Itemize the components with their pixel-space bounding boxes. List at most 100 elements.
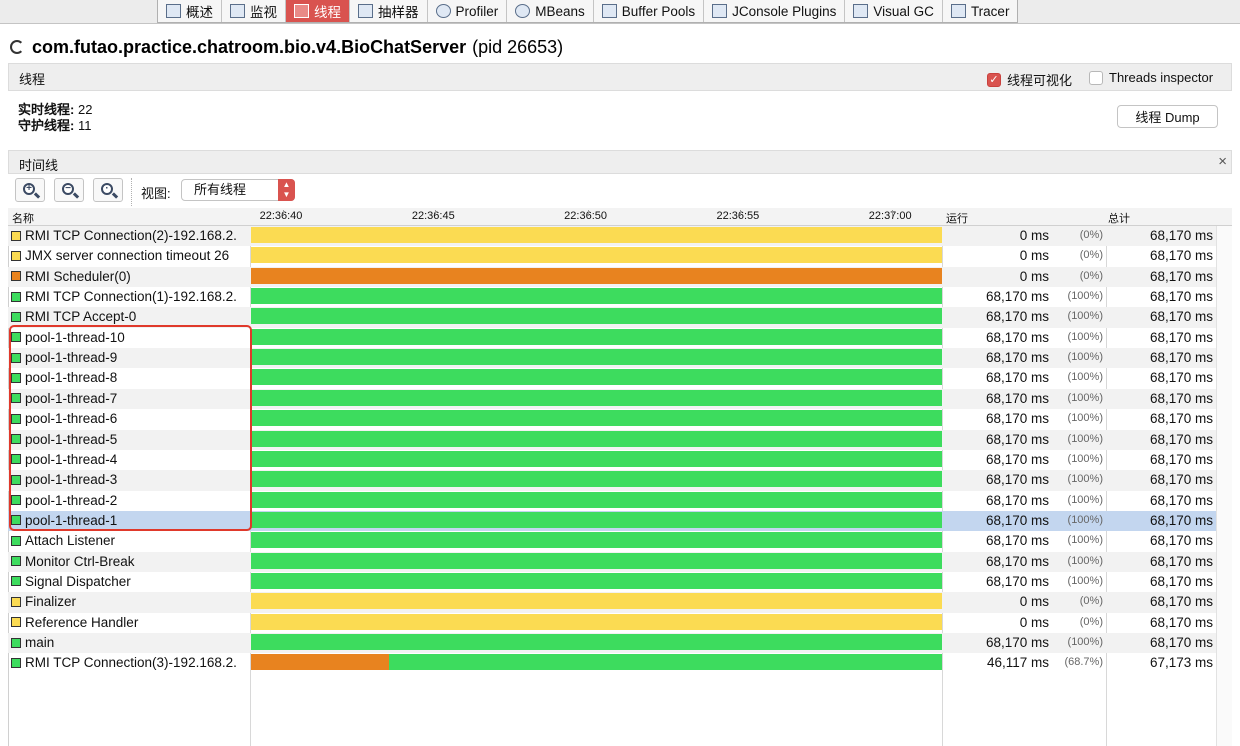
daemon-threads-value: 11 bbox=[77, 118, 92, 133]
view-select-value: 所有线程 bbox=[194, 182, 247, 197]
profiler-icon bbox=[435, 4, 451, 18]
thread-timeline-bar bbox=[251, 572, 942, 589]
close-icon[interactable]: × bbox=[1218, 153, 1227, 170]
unchecked-box-icon bbox=[1089, 70, 1103, 85]
thread-state-running-icon bbox=[11, 657, 21, 668]
thread-timeline-bar bbox=[251, 450, 942, 467]
tab-buffer-pools[interactable]: Buffer Pools bbox=[594, 0, 705, 22]
tab-label: Tracer bbox=[970, 3, 1010, 19]
view-select[interactable]: 所有线程 ▲ ▼ bbox=[181, 179, 295, 201]
timeline-segment-running bbox=[251, 430, 942, 447]
running-time: 68,170 ms bbox=[985, 350, 1049, 366]
thread-dump-button[interactable]: 线程 Dump bbox=[1117, 105, 1218, 128]
tab-threads[interactable]: 线程 bbox=[286, 0, 350, 22]
thread-state-waiting-icon bbox=[11, 250, 21, 261]
vertical-scrollbar[interactable] bbox=[1216, 226, 1232, 746]
running-percent: (0%) bbox=[1079, 249, 1103, 262]
thread-row[interactable]: RMI Scheduler(0) 0 ms (0%) 68,170 ms bbox=[8, 266, 1232, 288]
thread-row[interactable]: main 68,170 ms (100%) 68,170 ms bbox=[8, 633, 1232, 654]
thread-name-cell: Finalizer bbox=[11, 594, 249, 609]
timeline-segment-waiting bbox=[251, 227, 942, 243]
select-arrows-icon: ▲ ▼ bbox=[278, 179, 295, 201]
running-time: 68,170 ms bbox=[985, 553, 1049, 569]
thread-timeline-bar bbox=[251, 227, 942, 243]
timeline-segment-running bbox=[251, 552, 942, 569]
thread-timeline-bar bbox=[251, 328, 942, 345]
thread-row[interactable]: Finalizer 0 ms (0%) 68,170 ms bbox=[8, 592, 1232, 613]
zoom-in-icon-handle bbox=[33, 192, 41, 199]
running-time: 68,170 ms bbox=[985, 573, 1049, 589]
thread-state-running-icon bbox=[11, 576, 21, 587]
total-time: 68,170 ms bbox=[1149, 614, 1213, 630]
time-tick-mark bbox=[435, 210, 437, 216]
thread-name: Reference Handler bbox=[25, 614, 139, 630]
thread-state-timed_waiting-icon bbox=[11, 271, 21, 282]
zoom-in-button[interactable]: + bbox=[15, 178, 45, 202]
thread-row[interactable]: Reference Handler 0 ms (0%) 68,170 ms bbox=[8, 613, 1232, 633]
thread-name: RMI Scheduler(0) bbox=[25, 268, 131, 284]
running-percent: (100%) bbox=[1067, 534, 1103, 547]
total-time: 68,170 ms bbox=[1149, 350, 1213, 366]
tab-overview[interactable]: 概述 bbox=[158, 0, 222, 22]
tab-visual-gc[interactable]: Visual GC bbox=[845, 0, 943, 22]
thread-row[interactable]: RMI TCP Connection(1)-192.168.2. 68,170 m… bbox=[8, 287, 1232, 307]
running-time: 0 ms bbox=[1019, 248, 1049, 264]
column-header-total[interactable]: 总计 bbox=[1108, 210, 1130, 226]
total-time: 67,173 ms bbox=[1149, 655, 1213, 671]
daemon-threads-label: 守护线程: bbox=[18, 118, 75, 133]
thread-row[interactable]: RMI TCP Connection(3)-192.168.2. 46,117 m… bbox=[8, 653, 1232, 673]
thread-row[interactable]: RMI TCP Connection(2)-192.168.2. 0 ms (0%)… bbox=[8, 226, 1232, 247]
tab-profiler[interactable]: Profiler bbox=[428, 0, 508, 22]
tab-label: MBeans bbox=[535, 3, 585, 19]
thread-name: JMX server connection timeout 26 bbox=[25, 248, 230, 264]
total-time: 68,170 ms bbox=[1149, 573, 1213, 589]
thread-name: Signal Dispatcher bbox=[25, 573, 131, 589]
zoom-fit-button[interactable]: · bbox=[93, 178, 123, 202]
tab-tracer[interactable]: Tracer bbox=[943, 0, 1018, 22]
visualize-threads-checkbox[interactable]: ✓ 线程可视化 bbox=[987, 70, 1072, 89]
thread-row[interactable]: Signal Dispatcher 68,170 ms (100%) 68,170 m… bbox=[8, 572, 1232, 592]
threads-inspector-checkbox[interactable]: Threads inspector bbox=[1089, 70, 1213, 85]
jconsole-plugins-icon bbox=[712, 4, 728, 18]
tab-bar: 概述 监视 线程 抽样器 Profiler MBeans Buffer Pools JCons… bbox=[0, 0, 1240, 24]
thread-row[interactable]: Attach Listener 68,170 ms (100%) 68,170 ms bbox=[8, 531, 1232, 551]
thread-state-waiting-icon bbox=[11, 617, 21, 628]
application-name: com.futao.practice.chatroom.bio.v4.BioCh… bbox=[32, 36, 467, 57]
thread-name: Monitor Ctrl-Break bbox=[25, 553, 135, 569]
tab-label: Profiler bbox=[455, 3, 499, 19]
sampler-icon bbox=[358, 4, 373, 18]
tab-label: 抽样器 bbox=[378, 5, 419, 20]
total-time: 68,170 ms bbox=[1149, 370, 1213, 386]
tab-sampler[interactable]: 抽样器 bbox=[350, 0, 428, 22]
timeline-segment-waiting bbox=[251, 593, 942, 610]
column-header-name[interactable]: 名称 bbox=[12, 210, 34, 226]
tracer-icon bbox=[950, 4, 966, 18]
column-header-running[interactable]: 运行 bbox=[946, 210, 968, 226]
zoom-out-button[interactable]: − bbox=[54, 178, 84, 202]
threads-icon bbox=[294, 4, 309, 18]
thread-name: RMI TCP Connection(1)-192.168.2. bbox=[25, 289, 237, 305]
tab-jconsole-plugins[interactable]: JConsole Plugins bbox=[704, 0, 846, 22]
zoom-fit-icon-handle bbox=[111, 192, 119, 199]
tab-label: 线程 bbox=[314, 5, 341, 20]
thread-timeline-bar bbox=[251, 349, 942, 366]
monitor-icon bbox=[230, 4, 245, 18]
total-time: 68,170 ms bbox=[1149, 451, 1213, 467]
total-time: 68,170 ms bbox=[1149, 431, 1213, 447]
tab-monitor[interactable]: 监视 bbox=[222, 0, 286, 22]
thread-name-cell: RMI TCP Connection(3)-192.168.2. bbox=[11, 655, 249, 670]
pool-threads-highlight-box bbox=[9, 325, 252, 531]
checkmark-icon: ✓ bbox=[987, 72, 1001, 87]
thread-name: Finalizer bbox=[25, 594, 77, 610]
threads-section-header: 线程 ✓ 线程可视化 Threads inspector bbox=[8, 63, 1232, 91]
running-time: 68,170 ms bbox=[985, 431, 1049, 447]
time-tick-label: 22:37:00 bbox=[868, 210, 912, 222]
thread-row[interactable]: Monitor Ctrl-Break 68,170 ms (100%) 68,170 … bbox=[8, 551, 1232, 572]
running-time: 68,170 ms bbox=[985, 512, 1049, 528]
thread-row[interactable]: JMX server connection timeout 26 0 ms (0%)… bbox=[8, 246, 1232, 266]
visual-gc-icon bbox=[853, 4, 869, 18]
tab-mbeans[interactable]: MBeans bbox=[507, 0, 594, 22]
running-percent: (0%) bbox=[1079, 229, 1103, 241]
running-percent: (0%) bbox=[1079, 269, 1103, 282]
running-time: 68,170 ms bbox=[985, 492, 1049, 508]
